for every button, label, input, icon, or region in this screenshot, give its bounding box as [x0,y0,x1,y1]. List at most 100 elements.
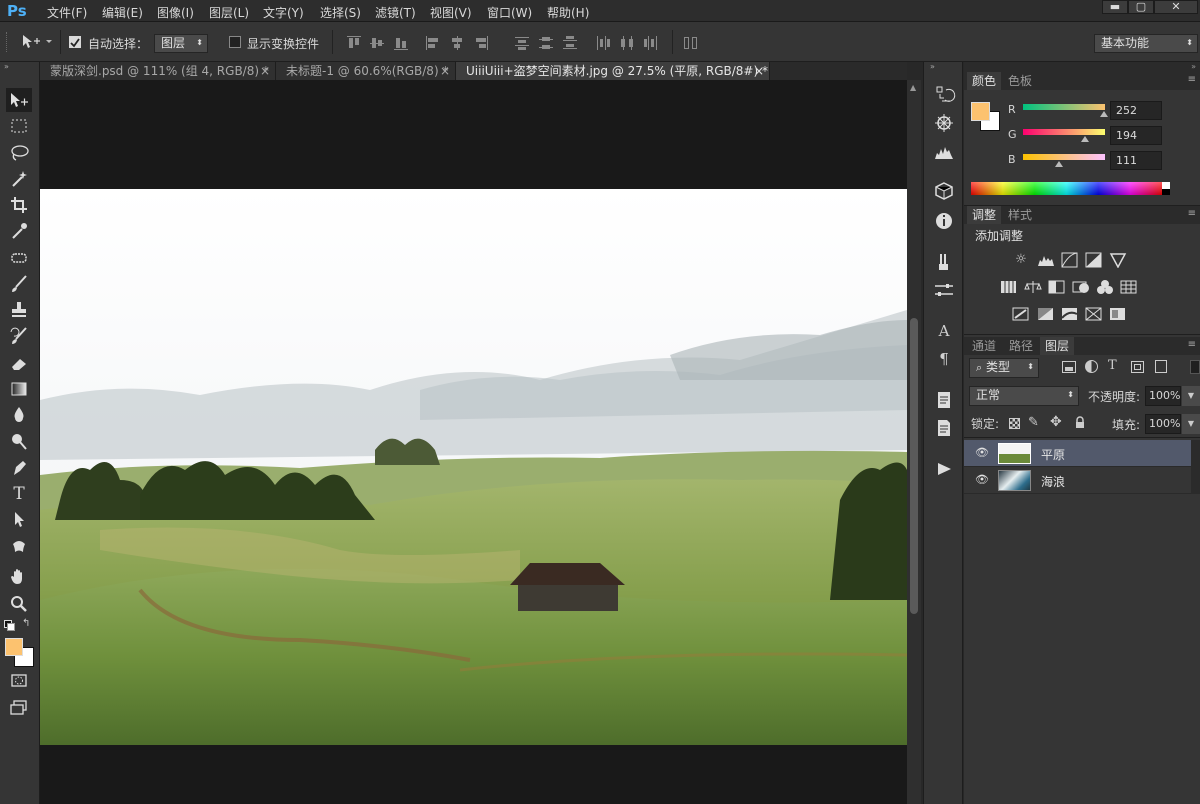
layer-comps-icon[interactable] [932,417,956,439]
clone-stamp-tool[interactable] [6,298,32,322]
tab-styles[interactable]: 样式 [1003,206,1037,224]
tab-channels[interactable]: 通道 [967,337,1001,355]
fill-field[interactable]: 100% [1145,414,1181,434]
opacity-slider-arrow-icon[interactable]: ▼ [1182,386,1200,406]
filter-adjustment-icon[interactable] [1085,360,1098,373]
posterize-icon[interactable] [1037,306,1055,322]
menu-image[interactable]: 图像(I) [157,4,194,21]
histogram-icon[interactable] [932,141,956,163]
screen-mode-button[interactable] [6,695,32,719]
align-left-icon[interactable] [426,36,440,50]
selective-color-icon[interactable] [1109,306,1127,322]
filter-smart-object-icon[interactable] [1155,360,1167,373]
panel-menu-icon[interactable]: ≡ [1188,74,1196,85]
menu-window[interactable]: 窗口(W) [487,4,532,21]
actions-play-icon[interactable] [932,458,956,480]
red-slider-thumb[interactable] [1100,111,1109,117]
menu-help[interactable]: 帮助(H) [547,4,589,21]
scrollbar-thumb[interactable] [910,318,918,614]
green-slider-track[interactable] [1023,129,1105,135]
spectrum-black[interactable] [1162,189,1170,195]
align-hcenter-icon[interactable] [450,36,464,50]
filter-toggle-switch[interactable] [1190,360,1200,374]
distribute-right-icon[interactable] [644,36,658,50]
red-slider-track[interactable] [1023,104,1105,110]
healing-brush-tool[interactable] [6,246,32,270]
lock-transparent-icon[interactable] [1009,418,1020,429]
photo-filter-icon[interactable] [1072,279,1090,295]
document-tab[interactable]: 蒙版深剑.psd @ 111% (组 4, RGB/8) * × [40,62,276,80]
character-icon[interactable]: A [932,320,956,342]
filter-pixel-icon[interactable] [1062,361,1076,373]
color-panel-foreground-swatch[interactable] [971,102,990,121]
pen-tool[interactable] [6,456,32,480]
close-tab-icon[interactable]: × [260,62,270,80]
marquee-tool[interactable] [6,114,32,138]
blue-slider-thumb[interactable] [1054,161,1063,167]
menu-edit[interactable]: 编辑(E) [102,4,143,21]
auto-select-target-dropdown[interactable]: 图层 ⬍ [154,34,208,53]
layer-row-selected[interactable]: 👁 平原 [964,440,1200,467]
lock-all-icon[interactable] [1074,416,1086,428]
distribute-top-icon[interactable] [515,36,529,50]
blend-mode-dropdown[interactable]: 正常 ⬍ [969,386,1079,406]
green-value-field[interactable]: 194 [1110,126,1162,145]
visibility-eye-icon[interactable]: 👁 [975,446,989,459]
lasso-tool[interactable] [6,141,32,165]
foreground-color-swatch[interactable] [5,638,23,656]
menu-view[interactable]: 视图(V) [430,4,472,21]
invert-icon[interactable] [1012,306,1030,322]
options-grip[interactable] [6,32,10,52]
panel-menu-icon[interactable]: ≡ [1188,208,1196,219]
layer-row[interactable]: 👁 海浪 [964,467,1200,494]
align-bottom-icon[interactable] [394,36,408,50]
path-selection-tool[interactable] [6,508,32,532]
swap-colors-icon[interactable]: ↰ [22,618,34,630]
layer-filter-dropdown[interactable]: ⌕ 类型 ⬍ [969,358,1039,378]
magic-wand-tool[interactable] [6,167,32,191]
exposure-icon[interactable] [1085,252,1103,268]
blue-slider-track[interactable] [1023,154,1105,160]
close-tab-icon[interactable]: × [754,62,764,80]
hue-saturation-icon[interactable] [1000,279,1018,295]
black-white-icon[interactable] [1048,279,1066,295]
menu-select[interactable]: 选择(S) [320,4,361,21]
gradient-tool[interactable] [6,377,32,401]
eraser-tool[interactable] [6,351,32,375]
paragraph-icon[interactable]: ¶ [932,348,956,370]
info-icon[interactable] [932,210,956,232]
tab-swatches[interactable]: 色板 [1003,72,1037,90]
auto-align-icon[interactable] [684,36,698,50]
3d-icon[interactable] [932,180,956,202]
shape-tool[interactable] [6,535,32,559]
tab-layers[interactable]: 图层 [1040,337,1075,355]
show-transform-checkbox[interactable] [229,36,241,48]
close-tab-icon[interactable]: × [440,62,450,80]
history-icon[interactable] [932,84,956,106]
maximize-button[interactable]: ▢ [1128,0,1154,14]
collapse-strip-icon[interactable]: » [930,63,960,71]
menu-type[interactable]: 文字(Y) [263,4,304,21]
distribute-hcenter-icon[interactable] [620,36,634,50]
history-brush-tool[interactable] [6,324,32,348]
navigator-icon[interactable] [932,112,956,134]
minimize-button[interactable]: ▬ [1102,0,1128,14]
levels-icon[interactable] [1037,252,1055,268]
crop-tool[interactable] [6,193,32,217]
document-tab-active[interactable]: UiiiUiii+盗梦空间素材.jpg @ 27.5% (平原, RGB/8#)… [456,62,770,80]
tab-color[interactable]: 颜色 [967,72,1002,90]
close-window-button[interactable]: ✕ [1154,0,1198,14]
auto-select-checkbox[interactable] [69,36,81,48]
tab-paths[interactable]: 路径 [1004,337,1038,355]
default-colors-icon[interactable] [4,620,15,631]
brush-tool[interactable] [6,272,32,296]
scroll-up-arrow-icon[interactable]: ▲ [910,84,918,92]
collapse-panels-icon[interactable]: » [964,62,1200,72]
menu-file[interactable]: 文件(F) [47,4,87,21]
green-slider-thumb[interactable] [1081,136,1090,142]
menu-filter[interactable]: 滤镜(T) [375,4,416,21]
distribute-bottom-icon[interactable] [563,36,577,50]
align-vcenter-icon[interactable] [370,36,384,50]
quick-mask-button[interactable] [6,668,32,692]
move-tool[interactable] [6,88,32,112]
